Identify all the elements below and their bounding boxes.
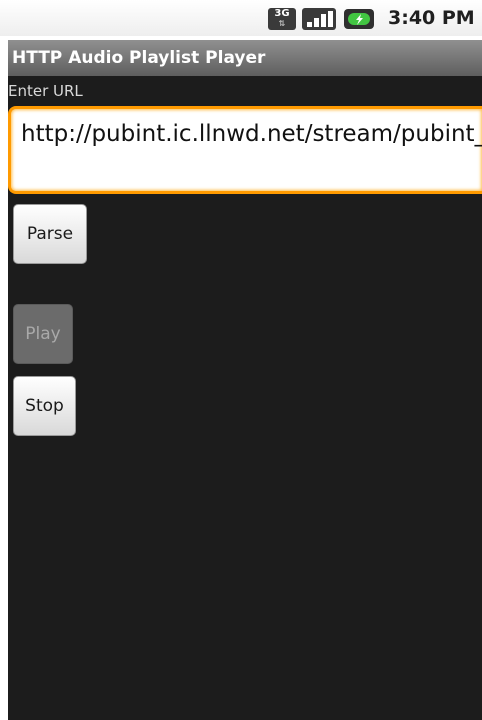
play-button[interactable]: Play bbox=[13, 304, 73, 364]
signal-strength-icon bbox=[302, 8, 336, 30]
app-window: HTTP Audio Playlist Player Enter URL htt… bbox=[8, 40, 482, 720]
url-label: Enter URL bbox=[8, 82, 83, 100]
url-input[interactable]: http://pubint.ic.llnwd.net/stream/pubint… bbox=[8, 106, 482, 194]
3g-icon: 3G ⇅ bbox=[268, 8, 296, 30]
battery-charging-icon bbox=[344, 9, 374, 29]
clock-time: 3:40 PM bbox=[388, 7, 475, 29]
phone-screen: 3G ⇅ 3:40 PM HTTP Audio Playlist Player … bbox=[0, 0, 482, 720]
stop-button[interactable]: Stop bbox=[13, 376, 76, 436]
status-bar: 3G ⇅ 3:40 PM bbox=[0, 0, 482, 36]
network-type-label: 3G bbox=[274, 8, 290, 19]
parse-button[interactable]: Parse bbox=[13, 204, 87, 264]
app-title: HTTP Audio Playlist Player bbox=[8, 40, 482, 76]
